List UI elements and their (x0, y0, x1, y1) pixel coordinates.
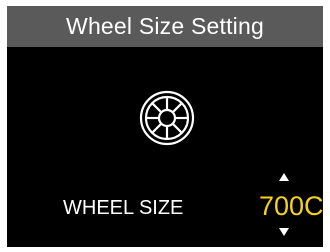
chevron-up-icon[interactable] (279, 173, 289, 181)
title-bar: Wheel Size Setting (7, 6, 323, 47)
wheel-size-value[interactable]: 700C (259, 191, 323, 221)
chevron-down-icon[interactable] (279, 228, 289, 236)
wheel-size-setting-screen: Wheel Size Setting WHEEL SIZE 700C (0, 0, 330, 252)
wheel-size-selector[interactable]: 700C (259, 173, 323, 237)
wheel-icon (138, 89, 196, 147)
settings-panel: Wheel Size Setting WHEEL SIZE 700C (7, 6, 323, 247)
wheel-size-label: WHEEL SIZE (63, 197, 184, 219)
page-title: Wheel Size Setting (66, 13, 264, 39)
